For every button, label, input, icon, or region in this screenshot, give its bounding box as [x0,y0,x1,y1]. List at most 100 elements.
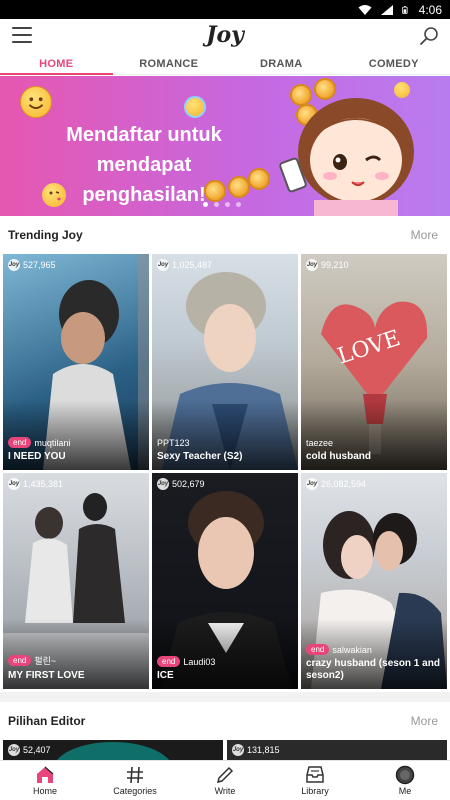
tab-drama[interactable]: DRAMA [225,55,338,74]
editor-title: Pilihan Editor [8,714,86,728]
story-card[interactable]: Joy 502,679 end Laudi03 ICE [152,473,298,689]
profile-circle-icon [395,765,415,785]
pagination-dot[interactable] [225,202,230,207]
signal-icon [380,4,393,15]
app-screen: 4:06 Joy HOME ROMANCE DRAMA COMEDY Menda… [0,0,450,800]
author-row: taezee [306,438,333,448]
pen-icon [216,766,234,784]
story-title: crazy husband (seson 1 and seson2) [306,658,440,681]
view-count: Joy 26,082,594 [306,478,366,490]
author-row: end Laudi03 [157,656,215,667]
author-name: PPT123 [157,438,190,448]
search-icon[interactable] [418,25,440,47]
story-title: I NEED YOU [8,451,66,462]
view-count-value: 1,435,381 [23,479,64,489]
nav-home-label: Home [32,786,57,796]
library-tray-icon [306,766,324,783]
promo-banner[interactable]: Mendaftar untuk mendapat penghasilan! [0,76,450,216]
joy-logo-icon: Joy [8,744,20,756]
author-name: taezee [306,438,334,448]
status-time: 4:06 [418,2,442,17]
story-title: Sexy Teacher (S2) [157,451,243,462]
nav-home[interactable]: Home [0,761,90,800]
end-badge: end [306,644,330,655]
tab-romance[interactable]: ROMANCE [113,55,226,74]
view-count: Joy 1,025,487 [157,259,212,271]
pagination-dot[interactable] [203,202,208,207]
nav-categories-label: Categories [113,786,157,796]
status-bar: 4:06 [0,0,450,19]
tab-home[interactable]: HOME [0,55,113,75]
view-count-value: 527,965 [23,260,56,270]
editor-section-header: Pilihan Editor More [0,704,450,740]
trending-title: Trending Joy [8,228,83,242]
author-name: salwakian [332,644,372,655]
author-name: muqtilani [34,437,71,448]
nav-me[interactable]: Me [360,761,450,800]
view-count-value: 99,210 [321,260,349,270]
tab-comedy[interactable]: COMEDY [338,55,450,74]
view-count: Joy 502,679 [157,478,205,490]
author-row: PPT123 [157,438,190,448]
view-count: Joy 131,815 [232,744,280,756]
joy-logo-icon: Joy [232,744,244,756]
cartoon-girl-illustration [279,98,414,216]
view-count-value: 26,082,594 [321,479,367,489]
view-count: Joy 527,965 [8,259,56,271]
section-divider [0,692,450,702]
view-count: Joy 52,407 [8,744,51,756]
joy-logo-icon: Joy [306,259,318,271]
end-badge: end [8,655,32,666]
editor-story-card[interactable]: Joy 52,407 [3,740,223,760]
bottom-navigation: Home Categories Write Library Me [0,760,450,800]
story-title: MY FIRST LOVE [8,670,85,681]
end-badge: end [8,437,32,448]
pagination-dot[interactable] [236,202,241,207]
home-icon [37,766,54,783]
hashtag-icon [127,766,143,784]
view-count: Joy 1,435,381 [8,478,63,490]
wifi-icon [358,4,372,15]
nav-categories[interactable]: Categories [90,761,180,800]
story-card[interactable]: Joy 527,965 end muqtilani I NEED YOU [3,254,149,470]
top-app-bar: Joy [0,19,450,55]
story-card[interactable]: Joy 26,082,594 end salwakian crazy husband… [301,473,447,689]
nav-me-label: Me [398,786,412,796]
trending-section-header: Trending Joy More [0,218,450,254]
joy-logo-icon: Joy [306,478,318,490]
joy-logo-icon: Joy [157,259,169,271]
joy-logo-icon: Joy [157,478,169,490]
author-row: end muqtilani [8,437,70,448]
editor-row: Joy 52,407 Joy 131,815 [0,740,450,760]
nav-library-label: Library [301,786,329,796]
author-row: end salwakian [306,644,372,655]
story-card[interactable]: Joy 1,435,381 end 펄린~ MY FIRST LOVE [3,473,149,689]
editor-more-link[interactable]: More [411,714,438,728]
view-count-value: 1,025,487 [172,260,213,270]
angel-emoji-icon [184,96,206,118]
story-card[interactable]: LOVE Joy 99,210 taezee cold husband [301,254,447,470]
view-count-value: 131,815 [247,745,280,755]
editor-story-card[interactable]: Joy 131,815 [227,740,447,760]
nav-library[interactable]: Library [270,761,360,800]
pagination-dot[interactable] [214,202,219,207]
banner-text: Mendaftar untuk mendapat penghasilan! [24,120,264,210]
end-badge: end [157,656,181,667]
trending-more-link[interactable]: More [411,228,438,242]
view-count: Joy 99,210 [306,259,349,271]
story-title: ICE [157,670,174,681]
story-title: cold husband [306,451,371,462]
battery-icon [401,5,408,14]
view-count-value: 52,407 [23,745,51,755]
banner-pagination [203,202,241,207]
joy-logo-icon: Joy [8,259,20,271]
story-card[interactable]: Joy 1,025,487 PPT123 Sexy Teacher (S2) [152,254,298,470]
smile-emoji-icon [20,86,52,118]
nav-write-label: Write [214,786,236,796]
author-name: Laudi03 [183,656,216,667]
joy-logo-icon: Joy [8,478,20,490]
category-tabs: HOME ROMANCE DRAMA COMEDY [0,55,450,75]
banner-text-line1: Mendaftar untuk mendapat [66,124,222,176]
author-row: end 펄린~ [8,654,56,667]
nav-write[interactable]: Write [180,761,270,800]
